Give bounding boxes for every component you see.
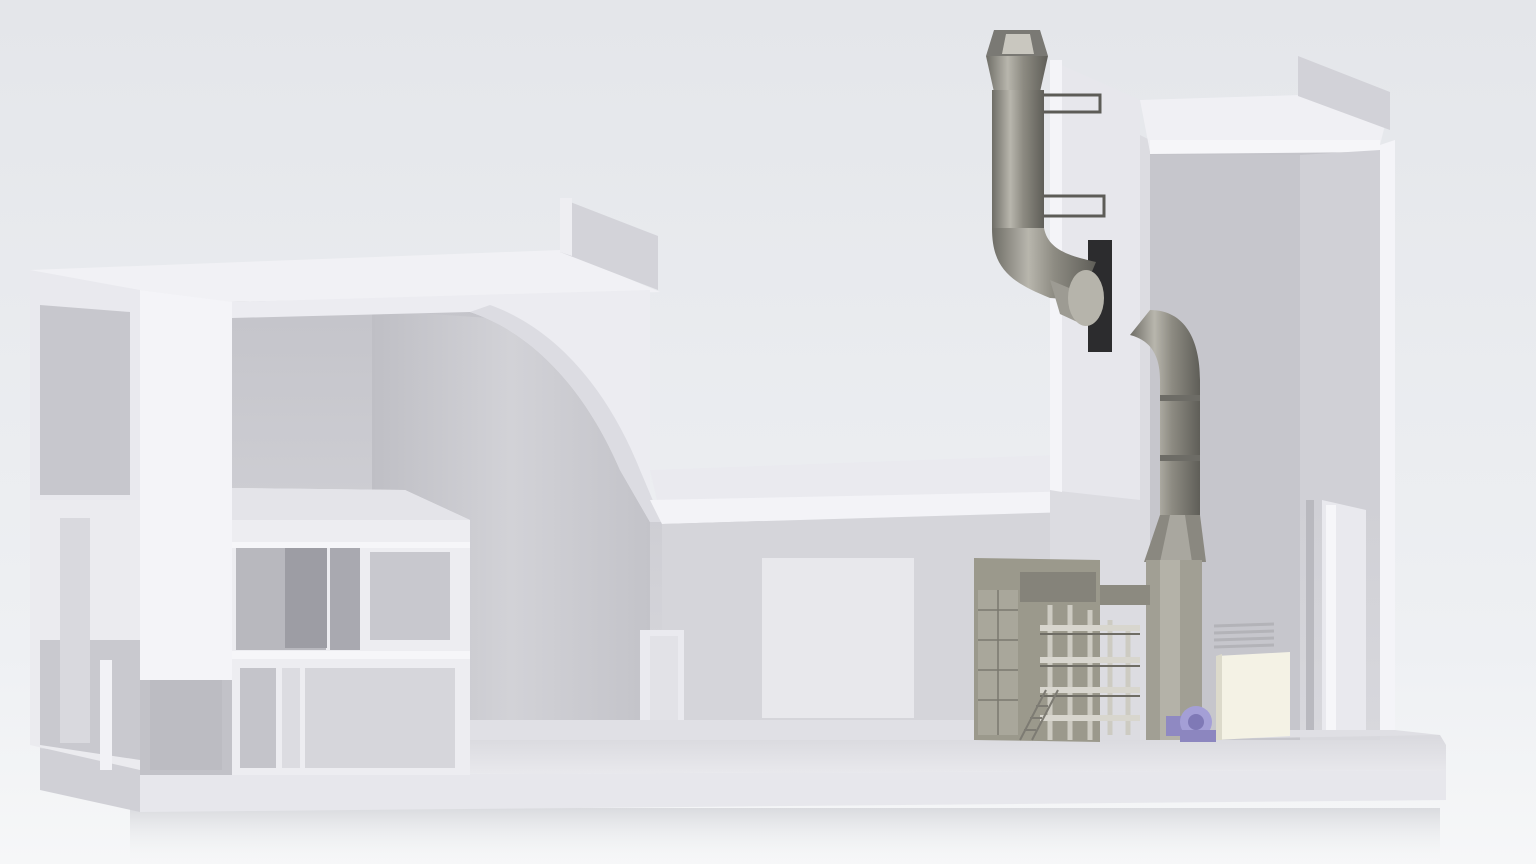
building-cutaway-scene [0, 0, 1536, 864]
room-upper-right [370, 552, 450, 640]
room-upper-mid [330, 545, 360, 650]
hall-door-large [762, 558, 914, 718]
room-lower-right [305, 668, 455, 768]
ground-reflection [130, 808, 1440, 864]
boiler-unit-icon [974, 558, 1202, 742]
room-lower-left [240, 668, 276, 768]
